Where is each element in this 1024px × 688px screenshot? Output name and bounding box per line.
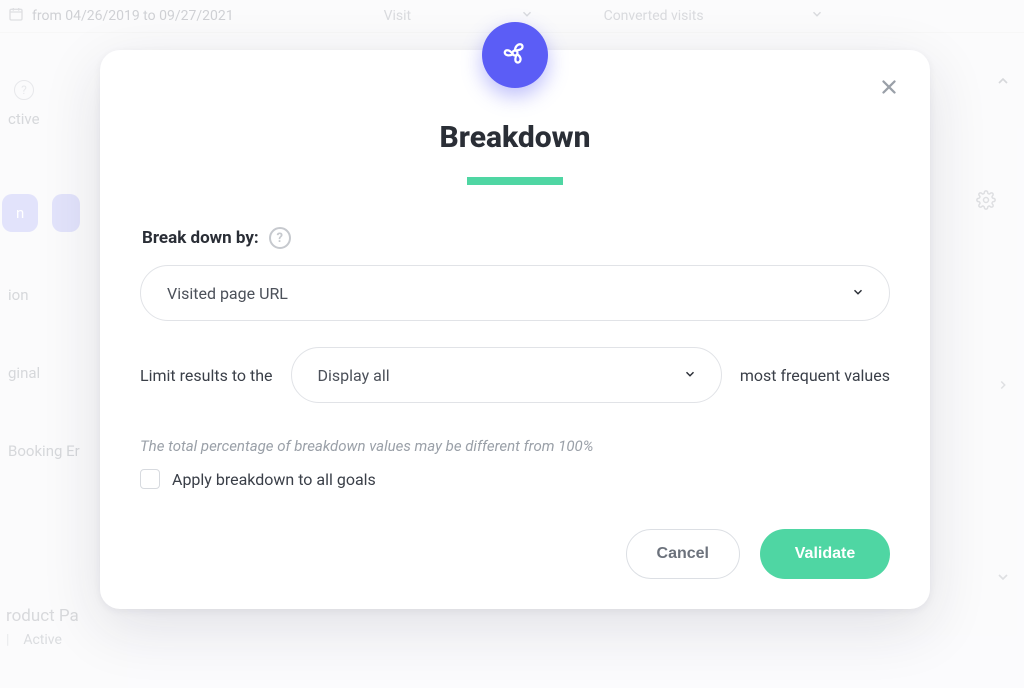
cancel-button[interactable]: Cancel — [626, 529, 740, 579]
limit-value: Display all — [318, 366, 390, 385]
title-underline — [467, 177, 563, 185]
limit-prefix: Limit results to the — [140, 366, 273, 385]
break-by-select[interactable]: Visited page URL — [140, 265, 890, 321]
modal-actions: Cancel Validate — [140, 529, 890, 579]
limit-row: Limit results to the Display all most fr… — [140, 347, 890, 403]
breakdown-modal: Breakdown Break down by: ? Visited page … — [100, 50, 930, 609]
limit-suffix: most frequent values — [740, 366, 890, 385]
break-by-label: Break down by: — [142, 228, 259, 248]
modal-title: Breakdown — [140, 120, 890, 155]
chevron-down-icon — [851, 284, 865, 303]
help-icon[interactable]: ? — [269, 227, 291, 249]
close-button[interactable] — [878, 76, 900, 102]
apply-all-label: Apply breakdown to all goals — [172, 470, 376, 489]
modal-badge — [482, 22, 548, 88]
fan-icon — [500, 38, 530, 72]
percentage-hint: The total percentage of breakdown values… — [140, 437, 890, 455]
break-by-label-row: Break down by: ? — [142, 227, 890, 249]
limit-select[interactable]: Display all — [291, 347, 722, 403]
apply-all-checkbox[interactable] — [140, 469, 160, 489]
chevron-down-icon — [683, 366, 697, 385]
validate-button[interactable]: Validate — [760, 529, 890, 579]
break-by-value: Visited page URL — [167, 284, 288, 303]
apply-all-row: Apply breakdown to all goals — [140, 469, 890, 489]
